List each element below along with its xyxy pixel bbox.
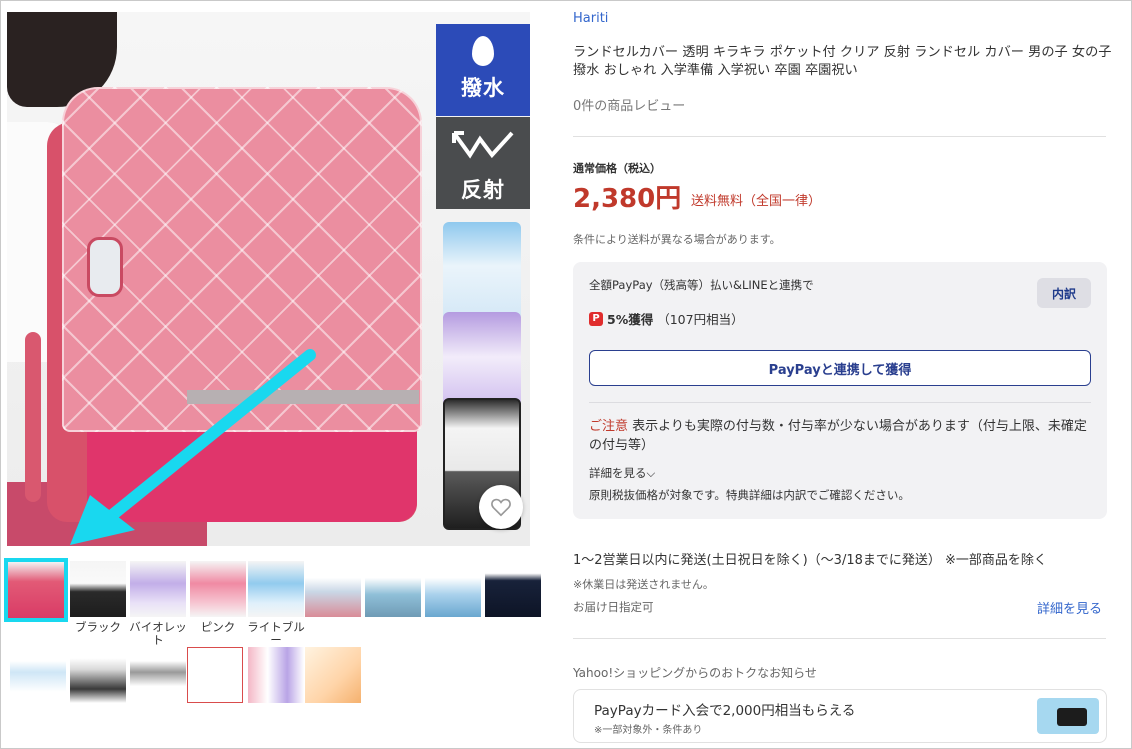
product-title: ランドセルカバー 透明 キラキラ ポケット付 クリア 反射 ランドセル カバー … (573, 45, 1112, 78)
thumbnail-image (130, 647, 186, 703)
thumbnail-promo-sheet[interactable] (305, 647, 361, 703)
water-badge-label: 撥水 (461, 76, 505, 100)
reflective-strip (187, 390, 419, 404)
backpack-latch (87, 237, 123, 297)
thumbnail-pink-bag[interactable] (4, 558, 68, 622)
earn-rate: 5%獲得 (607, 312, 654, 327)
reflective-badge: 反射 (436, 117, 530, 209)
thumbnail-image (70, 561, 126, 617)
tax-note: 原則税抜価格が対象です。特典詳細は内訳でご確認ください。 (589, 488, 910, 502)
thumbnail-info-photo-3[interactable] (425, 561, 481, 617)
section-divider (573, 136, 1106, 137)
details-toggle[interactable]: 詳細を見る⌵ (589, 465, 655, 481)
earn-amount: （107円相当） (657, 312, 744, 327)
heart-icon (491, 498, 511, 517)
thumbnail-info-photo-2[interactable] (365, 561, 421, 617)
main-product-image[interactable]: 撥水 反射 (7, 12, 530, 546)
delivery-info: 1〜2営業日以内に発送(土日祝日を除く)（〜3/18までに発送） ※一部商品を除… (573, 553, 1047, 568)
thumbnail-caption: ピンク (200, 620, 236, 634)
thumbnail-image (70, 647, 126, 703)
paypay-logo-icon: P (589, 311, 603, 326)
thumbnail-caption: ブラック (75, 620, 121, 634)
shipping-note: 条件により送料が異なる場合があります。 (573, 233, 781, 246)
thumbnail-image (425, 561, 481, 617)
section-divider-2 (573, 638, 1106, 639)
date-specify-label: お届け日指定可 (573, 600, 654, 614)
thumbnail-product-detail[interactable] (70, 647, 126, 703)
reflect-arrows-icon (436, 127, 530, 168)
store-name-link[interactable]: Hariti (573, 11, 608, 26)
thumbnail-size-diagram[interactable] (10, 647, 66, 703)
thumbnail-violet-cover[interactable] (130, 561, 186, 617)
thumbnail-image (305, 561, 361, 617)
paypay-earn-row: P 5%獲得 （107円相当） (589, 309, 744, 328)
promo-sub-text: ※一部対象外・条件あり (594, 725, 703, 736)
thumbnail-night-photo[interactable] (485, 561, 541, 617)
thumbnail-info-photo[interactable] (305, 561, 361, 617)
thumbnail-image (248, 561, 304, 617)
favorite-button[interactable] (479, 485, 523, 529)
thumbnail-blue-cover[interactable] (248, 561, 304, 617)
thumbnail-caption: バイオレット (129, 620, 187, 647)
reflect-badge-label: 反射 (461, 178, 505, 202)
promo-main-text: PayPayカード入会で2,000円相当もらえる (594, 703, 856, 719)
thumbnail-color-variation[interactable] (248, 647, 304, 703)
paypay-reward-box: 全額PayPay（残高等）払い&LINEと連携で 内訳 P 5%獲得 （107円… (573, 262, 1107, 519)
holiday-note: ※休業日は発送されません。 (573, 578, 714, 591)
thumbnail-image (365, 561, 421, 617)
delivery-details-link[interactable]: 詳細を見る (1037, 598, 1102, 617)
price-label: 通常価格（税込） (573, 162, 661, 175)
paypay-condition: 全額PayPay（残高等）払い&LINEと連携で (589, 278, 814, 292)
thumbnail-black-cover[interactable] (70, 561, 126, 617)
thumbnail-image (8, 562, 64, 618)
thumbnail-image (187, 647, 243, 703)
caution-label: ご注意 (589, 419, 629, 434)
paypay-divider (589, 402, 1091, 403)
price-value: 2,380円 (573, 184, 682, 214)
thumbnail-image (130, 561, 186, 617)
thumbnail-image (485, 561, 541, 617)
notice-title: Yahoo!ショッピングからのおトクなお知らせ (573, 666, 817, 680)
backpack-strap (25, 332, 41, 502)
thumbnail-image (305, 647, 361, 703)
breakdown-button[interactable]: 内訳 (1037, 278, 1091, 308)
thumbnail-image (248, 647, 304, 703)
thumbnail-size-diagram-2[interactable] (130, 647, 186, 703)
caution-text: ご注意 表示よりも実際の付与数・付与率が少ない場合があります（付与上限、未確定の… (589, 417, 1091, 455)
thumbnail-caption: ライトブルー (247, 620, 305, 647)
thumbnail-notice-sheet[interactable] (187, 647, 243, 703)
chevron-down-icon: ⌵ (646, 466, 656, 480)
caution-body: 表示よりも実際の付与数・付与率が少ない場合があります（付与上限、未確定の付与等） (589, 419, 1087, 453)
paypay-link-button[interactable]: PayPayと連携して獲得 (589, 350, 1091, 386)
paypay-card-promo[interactable]: PayPayカード入会で2,000円相当もらえる ※一部対象外・条件あり (573, 689, 1107, 743)
water-repellent-badge: 撥水 (436, 24, 530, 116)
card-icon (1057, 708, 1087, 726)
water-drop-icon (472, 36, 494, 66)
thumbnail-pink-cover[interactable] (190, 561, 246, 617)
thumbnail-image (190, 561, 246, 617)
review-count-link[interactable]: 0件の商品レビュー (573, 95, 685, 114)
details-label: 詳細を見る (589, 466, 647, 480)
credit-card-image (1037, 698, 1099, 734)
free-shipping-label: 送料無料（全国一律） (691, 194, 822, 209)
cover-sample-purple (443, 312, 521, 412)
thumbnail-image (10, 647, 66, 703)
